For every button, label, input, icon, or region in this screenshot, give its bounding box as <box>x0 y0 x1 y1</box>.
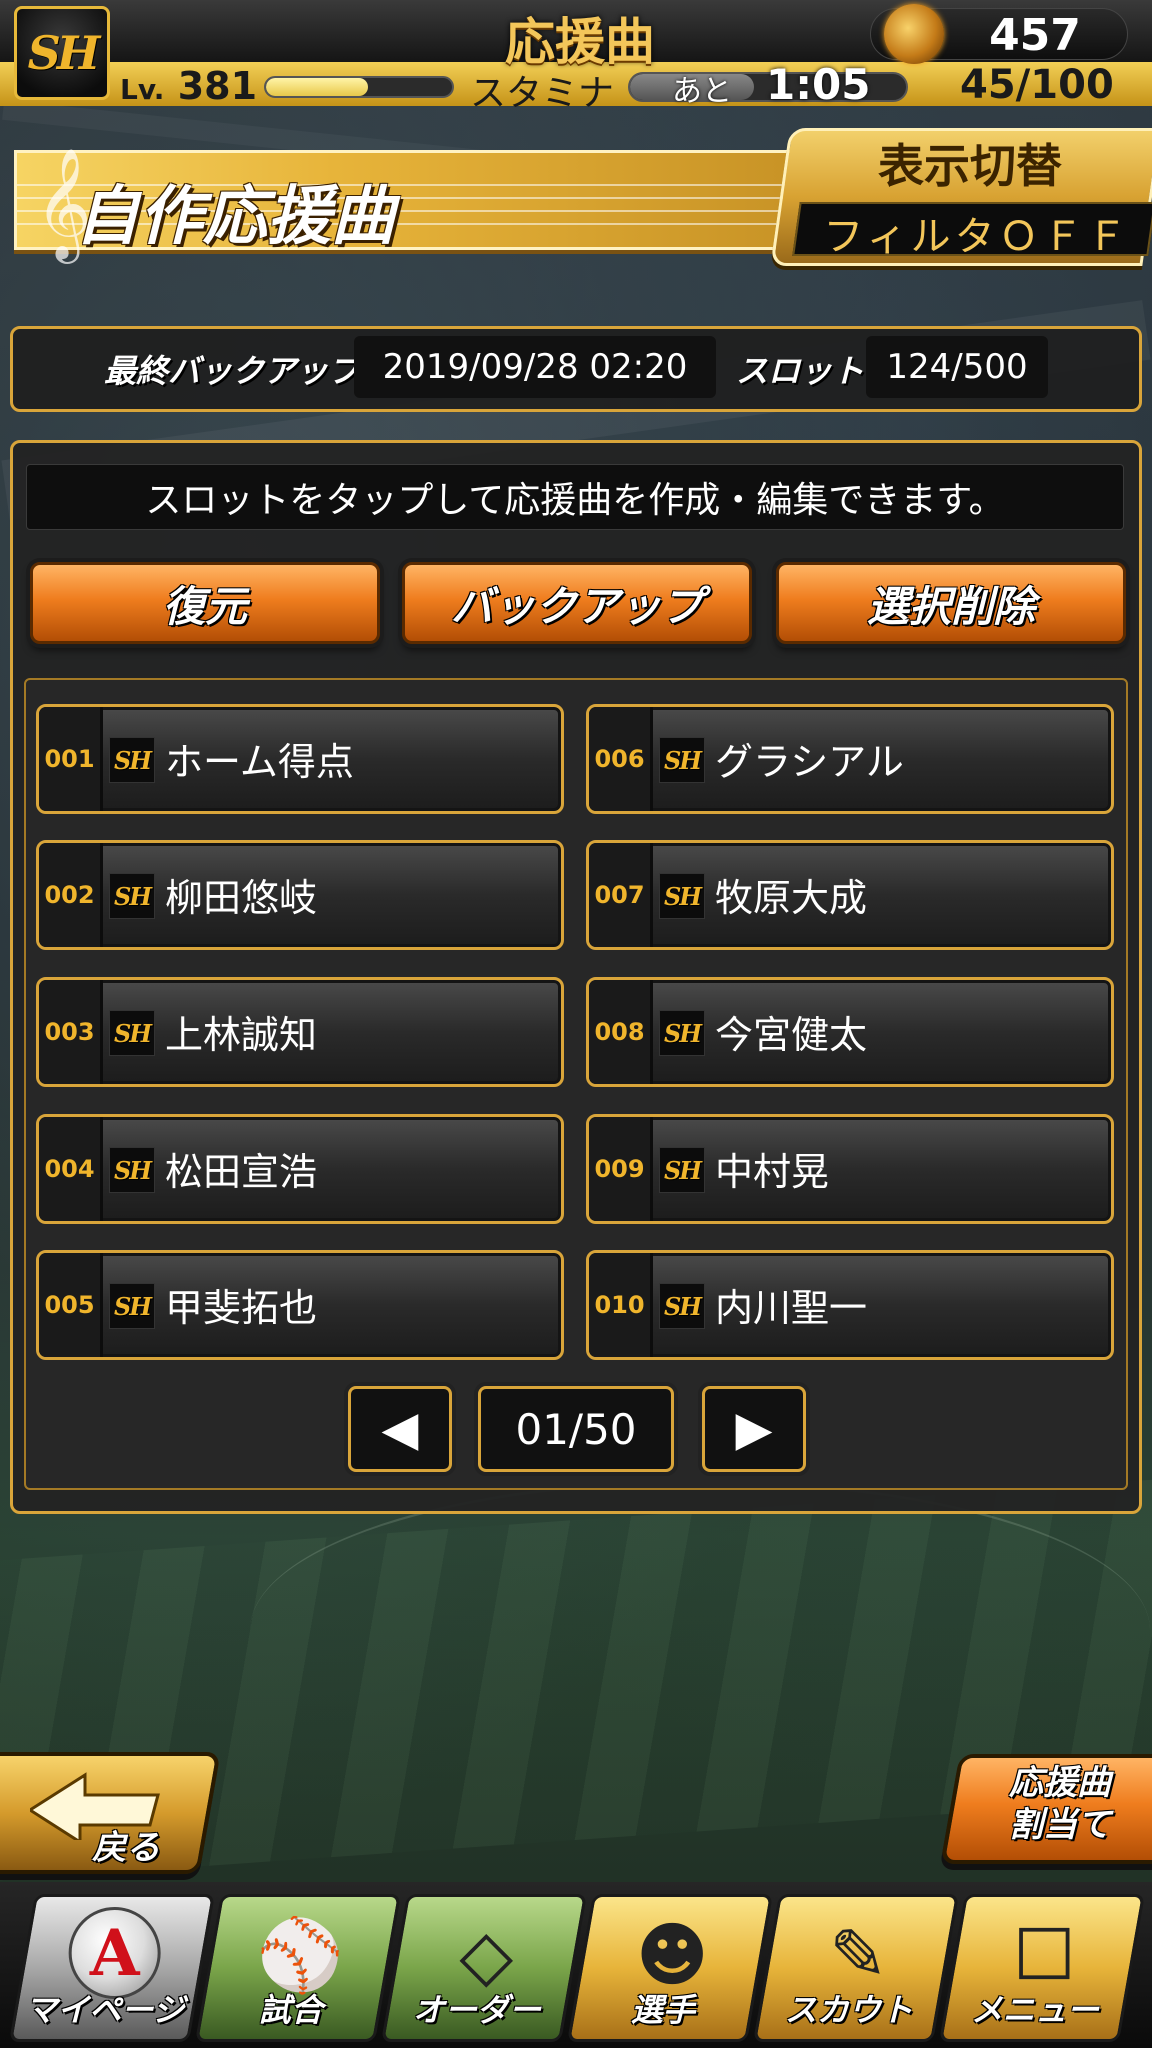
slot-number: 004 <box>39 1117 103 1221</box>
team-logo-icon: SH <box>109 873 155 919</box>
restore-button[interactable]: 復元 <box>30 562 380 644</box>
song-slot[interactable]: 007 SH 牧原大成 <box>586 840 1114 950</box>
player-level: Lv. 381 <box>120 64 257 108</box>
filter-status-text[interactable]: フィルタＯＦＦ <box>812 204 1142 262</box>
slot-song-name: 今宮健太 <box>715 1013 868 1057</box>
slot-number: 005 <box>39 1253 103 1357</box>
slot-count-label: スロット <box>736 352 865 390</box>
level-prefix: Lv. <box>120 73 165 106</box>
song-slot[interactable]: 009 SH 中村晃 <box>586 1114 1114 1224</box>
slot-song-name: ホーム得点 <box>165 740 354 784</box>
exp-bar <box>264 76 454 98</box>
slot-song-name: 内川聖一 <box>715 1286 868 1330</box>
stamina-value: 45/100 <box>960 62 1114 108</box>
song-slot[interactable]: 003 SH 上林誠知 <box>36 977 564 1087</box>
last-backup-label: 最終バックアップ <box>104 352 361 390</box>
slot-song-name: 松田宣浩 <box>165 1150 318 1194</box>
slot-number: 007 <box>589 843 653 947</box>
slot-song-name: 甲斐拓也 <box>165 1286 318 1330</box>
stamina-label: スタミナ <box>470 73 615 114</box>
team-logo-button[interactable]: SH <box>14 6 110 100</box>
flaming-ball-icon <box>884 4 944 64</box>
team-logo-icon: SH <box>659 1283 705 1329</box>
song-slot[interactable]: 006 SH グラシアル <box>586 704 1114 814</box>
slot-song-name: 柳田悠岐 <box>165 876 318 920</box>
delete-selected-button[interactable]: 選択削除 <box>776 562 1126 644</box>
nav-order[interactable]: ◇ オーダー <box>380 1894 588 2042</box>
backup-button[interactable]: バックアップ <box>402 562 752 644</box>
team-logo-icon: SH <box>659 1147 705 1193</box>
last-backup-value: 2019/09/28 02:20 <box>354 336 716 398</box>
banner-title: 自作応援曲 <box>75 180 395 254</box>
slot-song-name: グラシアル <box>715 740 904 784</box>
slot-song-name: 中村晃 <box>715 1150 830 1194</box>
slot-number: 009 <box>589 1117 653 1221</box>
stamina-timer: 1:05 <box>766 60 871 109</box>
nav-label: 試合 <box>258 1991 323 2029</box>
scout-card-icon: ✎ <box>828 1914 888 1996</box>
team-logo-icon: SH <box>659 873 705 919</box>
nav-menu[interactable]: ☐ メニュー <box>938 1894 1146 2042</box>
slot-number: 008 <box>589 980 653 1084</box>
nav-players[interactable]: ☻ 選手 <box>566 1894 774 2042</box>
nav-label: オーダー <box>412 1991 541 2029</box>
player-icon: ☻ <box>635 1914 709 1996</box>
prev-page-button[interactable]: ◀ <box>348 1386 452 1472</box>
back-button-label[interactable]: 戻る <box>92 1820 160 1869</box>
nav-label: 選手 <box>630 1991 695 2029</box>
team-logo-icon: SH <box>27 26 101 80</box>
nav-scout[interactable]: ✎ スカウト <box>752 1894 960 2042</box>
instruction-text: スロットをタップして応援曲を作成・編集できます。 <box>26 464 1124 530</box>
nav-label: スカウト <box>784 1991 913 2029</box>
song-slot[interactable]: 001 SH ホーム得点 <box>36 704 564 814</box>
exp-fill <box>266 78 369 96</box>
slot-number: 002 <box>39 843 103 947</box>
slot-number: 010 <box>589 1253 653 1357</box>
field-order-icon: ◇ <box>459 1914 514 1996</box>
slot-song-name: 上林誠知 <box>165 1013 318 1057</box>
song-slot[interactable]: 008 SH 今宮健太 <box>586 977 1114 1087</box>
menu-character-icon: ☐ <box>1012 1914 1076 1996</box>
points-value: 457 <box>989 10 1081 61</box>
slot-song-name: 牧原大成 <box>715 876 868 920</box>
song-slot[interactable]: 004 SH 松田宣浩 <box>36 1114 564 1224</box>
level-value: 381 <box>177 64 258 108</box>
title-banner: 𝄞 自作応援曲 <box>14 150 814 254</box>
slot-number: 003 <box>39 980 103 1084</box>
song-slot[interactable]: 005 SH 甲斐拓也 <box>36 1250 564 1360</box>
nav-label: マイページ <box>25 1991 185 2029</box>
remaining-label: あと <box>672 74 732 109</box>
display-switch-label[interactable]: 表示切替 <box>800 130 1140 196</box>
slot-number: 006 <box>589 707 653 811</box>
triangle-right-icon: ▶ <box>735 1401 773 1457</box>
nav-game[interactable]: ⚾ 試合 <box>194 1894 402 2042</box>
team-logo-icon: SH <box>109 1010 155 1056</box>
song-slot[interactable]: 010 SH 内川聖一 <box>586 1250 1114 1360</box>
page-indicator: 01/50 <box>478 1386 674 1472</box>
triangle-left-icon: ◀ <box>381 1401 419 1457</box>
team-logo-icon: SH <box>659 737 705 783</box>
slot-number: 001 <box>39 707 103 811</box>
team-logo-icon: SH <box>109 737 155 783</box>
nav-label: メニュー <box>970 1991 1099 2029</box>
song-slot[interactable]: 002 SH 柳田悠岐 <box>36 840 564 950</box>
assign-song-label[interactable]: 応援曲 割当て <box>980 1762 1140 1846</box>
slot-count-value: 124/500 <box>866 336 1048 398</box>
stadium-icon: ⚾ <box>256 1914 344 1996</box>
team-logo-icon: SH <box>109 1147 155 1193</box>
team-logo-icon: SH <box>659 1010 705 1056</box>
next-page-button[interactable]: ▶ <box>702 1386 806 1472</box>
nav-mypage[interactable]: A マイページ <box>8 1894 216 2042</box>
team-logo-icon: SH <box>109 1283 155 1329</box>
